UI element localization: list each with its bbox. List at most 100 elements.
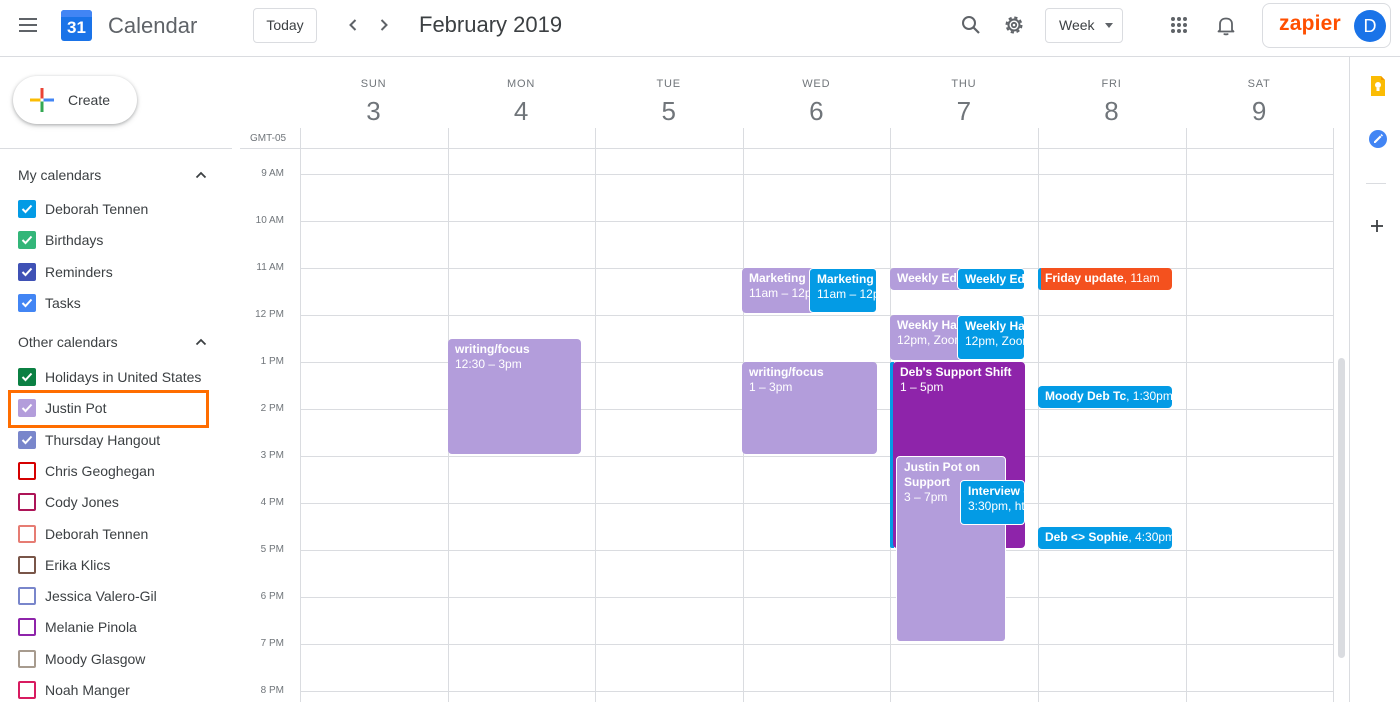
create-button[interactable]: Create	[13, 76, 137, 124]
day-number[interactable]: 3	[300, 96, 447, 127]
grid-scrollbar-thumb[interactable]	[1338, 358, 1345, 658]
calendar-item[interactable]: Deborah Tennen	[14, 521, 214, 547]
previous-week-button[interactable]	[341, 12, 365, 38]
day-header[interactable]: TUE 5	[595, 78, 742, 127]
main-menu-icon[interactable]	[19, 17, 39, 33]
side-panel-divider	[1366, 183, 1386, 184]
next-week-button[interactable]	[372, 12, 396, 38]
calendar-item[interactable]: Holidays in United States	[14, 364, 214, 390]
keep-button[interactable]	[1368, 75, 1388, 97]
hour-gridline	[300, 503, 1334, 504]
hour-gridline	[300, 550, 1334, 551]
checkbox-checked-icon[interactable]	[18, 368, 36, 386]
avatar[interactable]: D	[1354, 10, 1386, 42]
account-switcher[interactable]: zapier D	[1262, 3, 1391, 48]
checkbox-checked-icon[interactable]	[18, 200, 36, 218]
day-number[interactable]: 8	[1038, 96, 1185, 127]
day-number[interactable]: 6	[743, 96, 890, 127]
checkbox-checked-icon[interactable]	[18, 231, 36, 250]
event-time: 3:30pm, htt	[968, 499, 1025, 513]
calendar-item[interactable]: Tasks	[14, 290, 214, 316]
calendar-item[interactable]: Chris Geoghegan	[14, 458, 214, 484]
calendar-item-label: Noah Manger	[45, 682, 130, 698]
settings-button[interactable]	[1001, 12, 1027, 38]
hour-gridline	[300, 456, 1334, 457]
day-number[interactable]: 9	[1186, 96, 1333, 127]
notifications-button[interactable]	[1213, 12, 1239, 38]
calendar-item-label: Jessica Valero-Gil	[45, 588, 157, 605]
day-number[interactable]: 7	[890, 96, 1037, 127]
day-of-week-label: SUN	[360, 78, 387, 90]
calendar-logo-icon: 31	[61, 10, 92, 41]
calendar-item[interactable]: Erika Klics	[14, 552, 214, 578]
day-header[interactable]: MON 4	[448, 78, 595, 127]
event-weekly-hangout-thu-2[interactable]: Weekly Han 12pm, Zoom	[957, 315, 1025, 360]
calendar-item[interactable]: Deborah Tennen	[14, 196, 214, 222]
calendar-item[interactable]: Melanie Pinola	[14, 614, 214, 640]
app-title: Calendar	[108, 13, 198, 38]
zapier-logo: zapier	[1279, 12, 1341, 35]
event-friday-update[interactable]: Friday update, 11am	[1038, 268, 1172, 290]
calendar-item[interactable]: Moody Glasgow	[14, 646, 214, 672]
event-marketing-wed-2[interactable]: Marketing A 11am – 12pm	[809, 268, 877, 313]
caret-down-icon	[1105, 23, 1113, 28]
calendar-item[interactable]: Thursday Hangout	[14, 427, 214, 453]
event-weekly-edit-thu-1[interactable]: Weekly Edit	[890, 268, 965, 290]
checkbox-unchecked-icon[interactable]	[18, 524, 36, 543]
calendar-item[interactable]: Jessica Valero-Gil	[14, 583, 214, 609]
checkbox-unchecked-icon[interactable]	[18, 461, 36, 480]
day-header[interactable]: SUN 3	[300, 78, 447, 127]
add-addon-button[interactable]	[1368, 217, 1386, 235]
event-title: Weekly Edit	[897, 271, 965, 285]
event-moody-deb[interactable]: Moody Deb Tc, 1:30pm	[1038, 386, 1172, 408]
tasks-icon	[1369, 130, 1387, 148]
search-button[interactable]	[958, 12, 984, 38]
checkbox-unchecked-icon[interactable]	[18, 618, 36, 637]
checkbox-checked-icon[interactable]	[18, 262, 36, 281]
tasks-button[interactable]	[1368, 129, 1388, 149]
event-writing-focus-wed[interactable]: writing/focus 1 – 3pm	[742, 362, 877, 454]
view-selector[interactable]: Week	[1045, 8, 1123, 43]
collapse-other-calendars-button[interactable]	[193, 334, 209, 350]
event-marketing-wed-1[interactable]: Marketing A 11am – 12pm	[742, 268, 817, 313]
collapse-my-calendars-button[interactable]	[193, 167, 209, 183]
checkbox-unchecked-icon[interactable]	[18, 555, 36, 574]
day-number[interactable]: 4	[448, 96, 595, 127]
day-header[interactable]: THU 7	[890, 78, 1037, 127]
day-header[interactable]: FRI 8	[1038, 78, 1185, 127]
day-header[interactable]: WED 6	[743, 78, 890, 127]
event-writing-focus-mon[interactable]: writing/focus 12:30 – 3pm	[448, 339, 581, 454]
plus-icon	[1371, 220, 1383, 232]
checkbox-unchecked-icon[interactable]	[18, 681, 36, 699]
event-interview-thu[interactable]: Interview - 3:30pm, htt	[960, 480, 1025, 525]
calendar-item-label: Chris Geoghegan	[45, 462, 155, 479]
other-calendars-heading: Other calendars	[18, 334, 118, 350]
sidebar-divider	[0, 148, 232, 149]
event-title: Deb's Support Shift	[900, 365, 1012, 379]
today-button[interactable]: Today	[253, 8, 317, 43]
event-weekly-hangout-thu-1[interactable]: Weekly Han 12pm, Zoom	[890, 315, 965, 360]
event-time: 1 – 5pm	[900, 380, 944, 394]
checkbox-unchecked-icon[interactable]	[18, 493, 36, 512]
event-deb-sophie[interactable]: Deb <> Sophie, 4:30pm	[1038, 527, 1172, 549]
hour-label: 1 PM	[260, 356, 284, 367]
calendar-item[interactable]: Reminders	[14, 259, 214, 285]
event-weekly-edit-thu-2[interactable]: Weekly Edit	[957, 268, 1025, 290]
checkbox-checked-icon[interactable]	[18, 430, 36, 449]
apps-button[interactable]	[1166, 12, 1192, 38]
chevron-right-icon	[380, 19, 388, 31]
checkbox-unchecked-icon[interactable]	[18, 649, 36, 668]
calendar-item[interactable]: Birthdays	[14, 227, 214, 253]
calendar-item[interactable]: Noah Manger	[14, 677, 214, 703]
calendar-item[interactable]: Cody Jones	[14, 489, 214, 515]
event-title: Weekly Han	[897, 318, 965, 332]
day-header[interactable]: SAT 9	[1186, 78, 1333, 127]
day-number[interactable]: 5	[595, 96, 742, 127]
event-title: Marketing A	[749, 271, 817, 285]
checkbox-unchecked-icon[interactable]	[18, 587, 36, 606]
hour-label: 7 PM	[260, 638, 284, 649]
hour-label: 4 PM	[260, 497, 284, 508]
hour-label: 6 PM	[260, 591, 284, 602]
checkbox-checked-icon[interactable]	[18, 293, 36, 312]
event-time: 12pm, Zoom	[965, 334, 1024, 348]
